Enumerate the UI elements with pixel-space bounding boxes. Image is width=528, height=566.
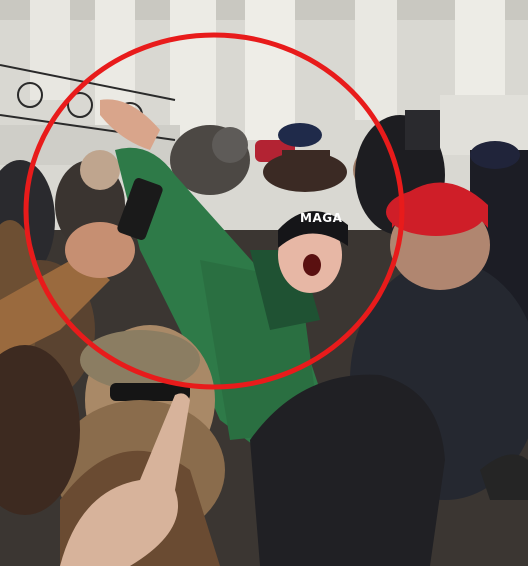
protest-photo: MAGA [0, 0, 528, 566]
beanie-text: MAGA [300, 211, 343, 225]
photo-canvas: MAGA [0, 0, 528, 566]
